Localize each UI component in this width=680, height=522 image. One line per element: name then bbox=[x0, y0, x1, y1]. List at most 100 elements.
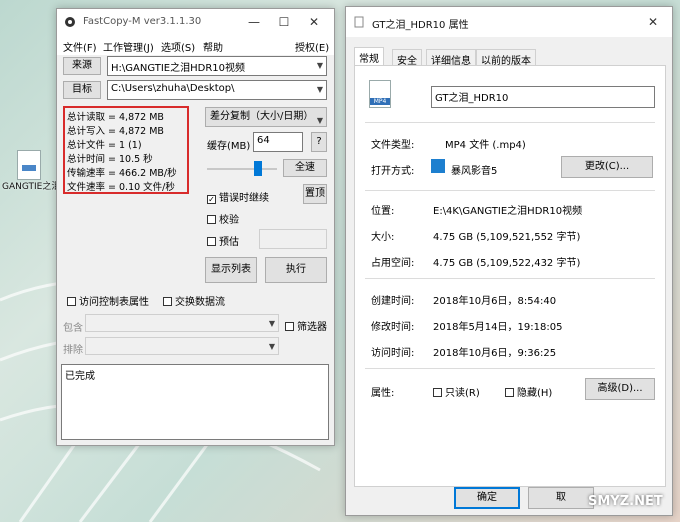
filter-checkbox[interactable]: 筛选器 bbox=[285, 318, 327, 333]
readonly-label: 只读(R) bbox=[445, 388, 480, 399]
menu-file[interactable]: 文件(F) bbox=[63, 39, 97, 54]
chevron-down-icon[interactable]: ▼ bbox=[317, 61, 323, 70]
open-with-label: 打开方式: bbox=[371, 166, 415, 177]
include-field: ▼ bbox=[85, 314, 279, 332]
status-text: 已完成 bbox=[65, 371, 95, 382]
chevron-down-icon: ▼ bbox=[268, 319, 275, 328]
stat-rate: 传输速率 = 466.2 MB/秒 bbox=[67, 168, 177, 179]
verify-checkbox[interactable]: 校验 bbox=[207, 211, 239, 226]
stat-read: 总计读取 = 4,872 MB bbox=[67, 112, 164, 123]
video-file-icon bbox=[17, 150, 41, 180]
checkbox-icon bbox=[207, 215, 216, 224]
type-label: 文件类型: bbox=[371, 140, 415, 151]
exclude-label: 排除 bbox=[63, 345, 83, 356]
fastcopy-title: FastCopy-M ver3.1.1.30 bbox=[83, 16, 202, 27]
source-button[interactable]: 来源 bbox=[63, 57, 101, 75]
general-tab-panel: MP4 GT之泪_HDR10 文件类型: MP4 文件 (.mp4) 打开方式:… bbox=[354, 65, 666, 487]
file-name-input[interactable]: GT之泪_HDR10 bbox=[431, 86, 655, 108]
disk-size-value: 4.75 GB (5,109,522,432 字节) bbox=[433, 258, 581, 269]
help-button[interactable]: ? bbox=[311, 132, 327, 152]
watermark-text: SMYZ.NET bbox=[588, 494, 663, 509]
dest-path-text: C:\Users\zhuha\Desktop\ bbox=[111, 83, 235, 94]
minimize-button[interactable]: — bbox=[239, 13, 269, 31]
estimate-label: 预估 bbox=[219, 237, 239, 248]
alt-stream-checkbox[interactable]: 交换数据流 bbox=[163, 293, 225, 308]
fastcopy-window: FastCopy-M ver3.1.1.30 — ☐ ✕ 文件(F) 工作管理(… bbox=[56, 8, 335, 446]
advanced-button[interactable]: 高级(D)... bbox=[585, 378, 655, 400]
source-path-text: H:\GANGTIE之泪HDR10视频 bbox=[111, 63, 245, 74]
type-value: MP4 文件 (.mp4) bbox=[445, 140, 526, 151]
mode-select-text: 差分复制（大小/日期） bbox=[210, 111, 314, 122]
modified-label: 修改时间: bbox=[371, 322, 415, 333]
filter-label: 筛选器 bbox=[297, 322, 327, 333]
cancel-button[interactable]: 取 bbox=[528, 487, 594, 509]
divider bbox=[365, 368, 655, 369]
estimate-field bbox=[259, 229, 327, 249]
menu-help[interactable]: 帮助 bbox=[203, 39, 223, 54]
speed-slider[interactable] bbox=[207, 161, 277, 177]
location-label: 位置: bbox=[371, 206, 395, 217]
divider bbox=[365, 278, 655, 279]
menu-license[interactable]: 授权(E) bbox=[295, 39, 329, 54]
size-label: 大小: bbox=[371, 232, 395, 243]
stats-panel: 总计读取 = 4,872 MB 总计写入 = 4,872 MB 总计文件 = 1… bbox=[63, 106, 189, 194]
accessed-value: 2018年10月6日，9:36:25 bbox=[433, 348, 557, 359]
menu-options[interactable]: 选项(S) bbox=[161, 39, 195, 54]
checkbox-icon bbox=[505, 388, 514, 397]
execute-button[interactable]: 执行 bbox=[265, 257, 327, 283]
top-button[interactable]: 置顶 bbox=[303, 184, 327, 204]
disk-size-label: 占用空间: bbox=[371, 258, 415, 269]
stat-files: 总计文件 = 1 (1) bbox=[67, 140, 142, 151]
verify-label: 校验 bbox=[219, 215, 239, 226]
attributes-label: 属性: bbox=[371, 388, 395, 399]
acl-checkbox[interactable]: 访问控制表属性 bbox=[67, 293, 149, 308]
chevron-down-icon[interactable]: ▼ bbox=[317, 85, 323, 94]
alt-stream-label: 交换数据流 bbox=[175, 297, 225, 308]
readonly-checkbox[interactable]: 只读(R) bbox=[433, 384, 480, 399]
maximize-button[interactable]: ☐ bbox=[269, 13, 299, 31]
show-list-button[interactable]: 显示列表 bbox=[205, 257, 257, 283]
checkbox-icon bbox=[285, 322, 294, 331]
continue-on-error-checkbox[interactable]: ✓ 错误时继续 bbox=[207, 189, 269, 204]
stat-time: 总计时间 = 10.5 秒 bbox=[67, 154, 153, 165]
file-icon-text: MP4 bbox=[370, 98, 390, 105]
created-value: 2018年10月6日，8:54:40 bbox=[433, 296, 557, 307]
menubar: 文件(F) 工作管理(J) 选项(S) 帮助 授权(E) bbox=[57, 35, 334, 55]
mode-select[interactable]: 差分复制（大小/日期） ▼ bbox=[205, 107, 327, 127]
desktop-file-icon[interactable]: GANGTIE之泪HDR10... bbox=[2, 150, 100, 192]
hidden-label: 隐藏(H) bbox=[517, 388, 553, 399]
menu-jobs[interactable]: 工作管理(J) bbox=[103, 39, 154, 54]
buffer-label: 缓存(MB) bbox=[207, 141, 251, 152]
status-log[interactable]: 已完成 bbox=[61, 364, 329, 440]
source-path-field[interactable]: H:\GANGTIE之泪HDR10视频 ▼ bbox=[107, 56, 327, 76]
chevron-down-icon: ▼ bbox=[316, 116, 323, 125]
slider-track bbox=[207, 168, 277, 170]
dest-path-field[interactable]: C:\Users\zhuha\Desktop\ ▼ bbox=[107, 80, 327, 100]
close-button[interactable]: ✕ bbox=[299, 13, 329, 31]
ok-button[interactable]: 确定 bbox=[454, 487, 520, 509]
include-label: 包含 bbox=[63, 323, 83, 334]
exclude-field: ▼ bbox=[85, 337, 279, 355]
estimate-checkbox[interactable]: 预估 bbox=[207, 233, 239, 248]
size-value: 4.75 GB (5,109,521,552 字节) bbox=[433, 232, 581, 243]
dest-button[interactable]: 目标 bbox=[63, 81, 101, 99]
fastcopy-app-icon bbox=[65, 17, 75, 27]
player-icon bbox=[431, 159, 445, 173]
hidden-checkbox[interactable]: 隐藏(H) bbox=[505, 384, 552, 399]
checkbox-icon bbox=[67, 297, 76, 306]
slider-thumb[interactable] bbox=[254, 161, 262, 176]
properties-window: GT之泪_HDR10 属性 ✕ 常规 安全 详细信息 以前的版本 MP4 GT之… bbox=[345, 6, 673, 516]
properties-title: GT之泪_HDR10 属性 bbox=[372, 20, 469, 31]
stat-file-rate: 文件速率 = 0.10 文件/秒 bbox=[67, 182, 175, 193]
open-with-value: 暴风影音5 bbox=[451, 166, 498, 177]
accessed-label: 访问时间: bbox=[371, 348, 415, 359]
properties-titlebar: GT之泪_HDR10 属性 ✕ bbox=[346, 7, 672, 37]
stat-write: 总计写入 = 4,872 MB bbox=[67, 126, 164, 137]
created-label: 创建时间: bbox=[371, 296, 415, 307]
buffer-input[interactable]: 64 bbox=[253, 132, 303, 152]
change-button[interactable]: 更改(C)... bbox=[561, 156, 653, 178]
full-speed-button[interactable]: 全速 bbox=[283, 159, 327, 177]
close-button[interactable]: ✕ bbox=[638, 13, 668, 31]
divider bbox=[365, 190, 655, 191]
continue-on-error-label: 错误时继续 bbox=[219, 193, 269, 204]
